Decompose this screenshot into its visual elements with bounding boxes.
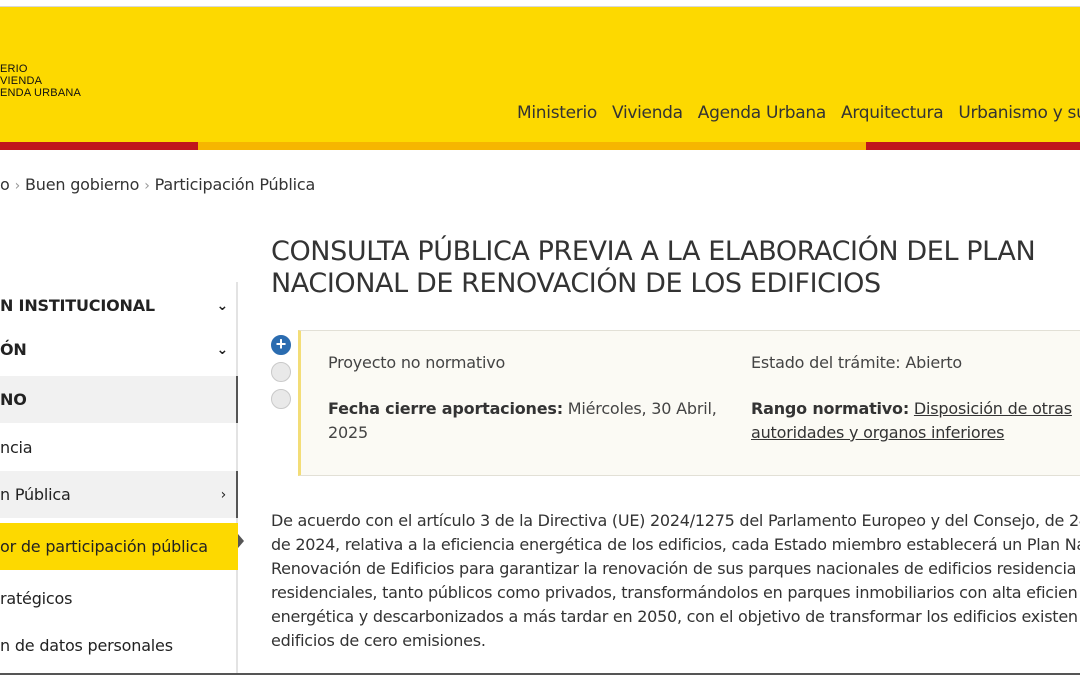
description-paragraph: De acuerdo con el artículo 3 de la Direc… (271, 509, 1080, 653)
sidebar-item-institucional[interactable]: N INSTITUCIONAL ⌄ (0, 282, 238, 329)
estado-label: Estado del trámite: (751, 353, 901, 372)
sidebar-item-label: NO (0, 390, 27, 409)
fecha-value-year: 2025 (328, 423, 368, 442)
active-item-arrow-icon (238, 534, 244, 548)
sidebar-item-label: n de datos personales (0, 636, 173, 655)
paragraph-line: De acuerdo con el artículo 3 de la Direc… (271, 511, 1080, 530)
sidebar-item-label: ratégicos (0, 589, 73, 608)
paragraph-line: de 2024, relativa a la eficiencia energé… (271, 535, 1080, 554)
circle-icon[interactable] (271, 389, 291, 409)
breadcrumb-separator-icon: › (14, 178, 21, 194)
sidebar-item-proteccion-datos[interactable]: n de datos personales (0, 622, 238, 669)
paragraph-line: energética y descarbonizados a más tarda… (271, 607, 1078, 626)
top-border (0, 0, 1080, 7)
site-header: ERIO VIENDA ENDA URBANA Ministerio Vivie… (0, 7, 1080, 142)
logo-line-2: VIENDA (0, 75, 43, 87)
nav-urbanismo[interactable]: Urbanismo y su (958, 103, 1080, 123)
fecha-cierre: Fecha cierre aportaciones: Miércoles, 30… (328, 397, 728, 445)
sidebar-item-label: or de participación pública (0, 537, 208, 556)
header-stripe-yellow (198, 142, 866, 150)
header-stripe-red-right (866, 142, 1080, 150)
sidebar: N INSTITUCIONAL ⌄ ÓN ⌄ NO ncia n Pública… (0, 282, 238, 675)
chevron-down-icon: ⌄ (216, 297, 228, 314)
breadcrumb: o › Buen gobierno › Participación Pública (0, 175, 315, 194)
nav-ministerio[interactable]: Ministerio (517, 103, 597, 123)
sidebar-item-on[interactable]: ÓN ⌄ (0, 326, 238, 373)
rango-label: Rango normativo: (751, 399, 910, 418)
breadcrumb-separator-icon: › (144, 178, 150, 194)
breadcrumb-home[interactable]: o (0, 175, 10, 194)
plus-icon[interactable]: + (271, 335, 291, 355)
rango-normativo: Rango normativo: Disposición de otras au… (751, 397, 1080, 445)
header-stripe-red-left (0, 142, 198, 150)
sidebar-item-label: ncia (0, 438, 33, 457)
sidebar-item-planes-estrategicos[interactable]: ratégicos (0, 575, 238, 622)
circle-icon[interactable] (271, 362, 291, 382)
sidebar-item-participacion-publica[interactable]: n Pública › (0, 471, 238, 518)
fecha-label: Fecha cierre aportaciones: (328, 399, 563, 418)
sidebar-item-label: ÓN (0, 340, 27, 359)
tipo-proyecto: Proyecto no normativo (328, 353, 506, 372)
rango-link[interactable]: Disposición de otras (914, 399, 1072, 418)
main-nav: Ministerio Vivienda Agenda Urbana Arquit… (517, 103, 1080, 123)
paragraph-line: Renovación de Edificios para garantizar … (271, 559, 1077, 578)
sidebar-item-sector-participacion[interactable]: or de participación pública (0, 523, 238, 570)
paragraph-line: edificios de cero emisiones. (271, 631, 486, 650)
breadcrumb-buen-gobierno[interactable]: Buen gobierno (25, 175, 139, 194)
estado-tramite: Estado del trámite: Abierto (751, 351, 962, 375)
info-box: Proyecto no normativo Estado del trámite… (298, 330, 1080, 476)
ministry-logo[interactable]: ERIO VIENDA ENDA URBANA (0, 63, 81, 99)
sidebar-item-label: N INSTITUCIONAL (0, 296, 155, 315)
logo-line-1: ERIO (0, 63, 28, 75)
fecha-value: Miércoles, 30 Abril, (567, 399, 717, 418)
paragraph-line: residenciales, tanto públicos como priva… (271, 583, 1078, 602)
page-title: CONSULTA PÚBLICA PREVIA A LA ELABORACIÓN… (271, 236, 1036, 299)
nav-agenda-urbana[interactable]: Agenda Urbana (698, 103, 827, 123)
nav-arquitectura[interactable]: Arquitectura (841, 103, 944, 123)
sidebar-item-label: n Pública (0, 485, 71, 504)
chevron-down-icon: ⌄ (216, 341, 228, 358)
sidebar-item-transparencia[interactable]: ncia (0, 424, 238, 471)
chevron-right-icon: › (220, 486, 227, 503)
breadcrumb-current: Participación Pública (154, 175, 316, 194)
logo-line-3: ENDA URBANA (0, 87, 82, 99)
rango-link-cont[interactable]: autoridades y organos inferiores (751, 423, 1004, 442)
estado-value: Abierto (905, 353, 963, 372)
sidebar-item-buen-gobierno[interactable]: NO (0, 376, 238, 423)
nav-vivienda[interactable]: Vivienda (612, 103, 683, 123)
